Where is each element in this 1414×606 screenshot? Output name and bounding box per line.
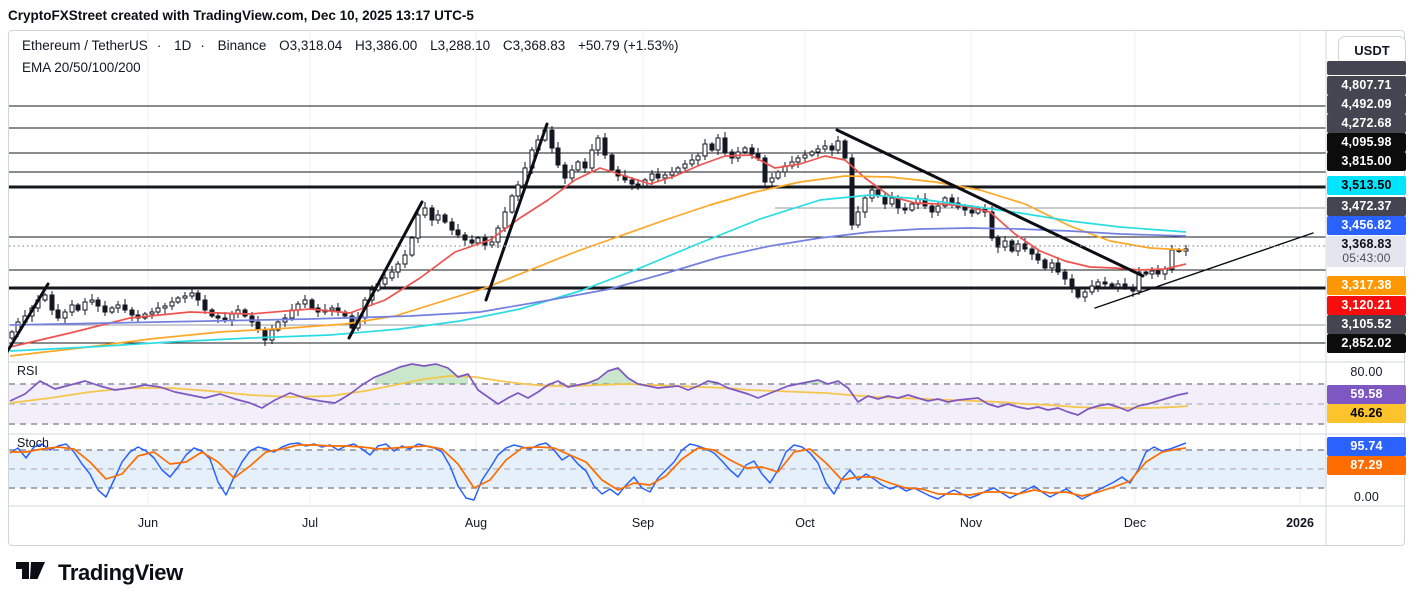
ohlc-low: L3,288.10 xyxy=(430,38,491,53)
tradingview-logo-icon xyxy=(12,556,49,589)
time-label-dec: Dec xyxy=(1123,516,1147,530)
price-label-9574: 95.74 xyxy=(1327,437,1406,456)
ohlc-close: C3,368.83 xyxy=(502,38,566,53)
tradingview-screenshot: CryptoFXStreet created with TradingView.… xyxy=(0,0,1414,606)
price-label-347237: 3,472.37 xyxy=(1327,197,1406,216)
price-label-8729: 87.29 xyxy=(1327,456,1406,475)
ohlc-change: +50.79 (+1.53%) xyxy=(577,38,679,53)
interval-label[interactable]: 1D xyxy=(174,38,191,53)
price-label-427268: 4,272.68 xyxy=(1327,114,1406,133)
price-label-310552: 3,105.52 xyxy=(1327,315,1406,334)
time-label-aug: Aug xyxy=(464,516,488,530)
price-label-480771: 4,807.71 xyxy=(1327,76,1406,95)
time-label-nov: Nov xyxy=(959,516,983,530)
time-label-jul: Jul xyxy=(302,516,318,530)
ema-legend[interactable]: EMA 20/50/100/200 xyxy=(22,60,141,75)
price-label-000: 0.00 xyxy=(1353,490,1380,505)
price-label-4626: 46.26 xyxy=(1327,404,1406,423)
legend-separator: · xyxy=(156,38,162,53)
trendlines xyxy=(8,122,1314,354)
price-label-331738: 3,317.38 xyxy=(1327,276,1406,295)
rsi-pane xyxy=(9,363,1326,425)
price-label-285202: 2,852.02 xyxy=(1327,334,1406,353)
time-label-2026: 2026 xyxy=(1286,516,1314,530)
clipped-price-label xyxy=(1327,61,1406,75)
last-price-label: 3,368.83 05:43:00 xyxy=(1327,236,1406,267)
time-label-jun: Jun xyxy=(137,516,159,530)
price-label-381500: 3,815.00 xyxy=(1327,152,1406,171)
time-label-oct: Oct xyxy=(795,516,815,530)
chart-canvas[interactable] xyxy=(8,30,1405,546)
watermark-text: CryptoFXStreet created with TradingView.… xyxy=(8,8,474,23)
ohlc-open: O3,318.04 xyxy=(279,38,343,53)
legend-separator: · xyxy=(200,38,205,53)
rsi-pane-label[interactable]: RSI xyxy=(17,364,38,378)
price-label-345682: 3,456.82 xyxy=(1327,216,1406,235)
ohlc-high: H3,386.00 xyxy=(355,38,418,53)
symbol-legend[interactable]: Ethereum / TetherUS · 1D · Binance O3,318.… xyxy=(22,38,688,53)
tradingview-wordmark: TradingView xyxy=(58,559,183,585)
stoch-pane-label[interactable]: Stoch xyxy=(17,436,49,450)
symbol-name[interactable]: Ethereum / TetherUS xyxy=(22,38,148,53)
price-label-449209: 4,492.09 xyxy=(1327,95,1406,114)
tradingview-footer: TradingView xyxy=(12,556,183,589)
price-label-351350: 3,513.50 xyxy=(1327,176,1406,195)
time-label-sep: Sep xyxy=(631,516,655,530)
stoch-pane xyxy=(9,442,1326,501)
price-label-5958: 59.58 xyxy=(1327,385,1406,404)
exchange-label: Binance xyxy=(217,38,267,53)
price-label-409598: 4,095.98 xyxy=(1327,133,1406,152)
price-label-312021: 3,120.21 xyxy=(1327,296,1406,315)
price-label-8000: 80.00 xyxy=(1350,365,1383,380)
ema-lines xyxy=(9,154,1187,357)
countdown-timer: 05:43:00 xyxy=(1342,250,1391,265)
